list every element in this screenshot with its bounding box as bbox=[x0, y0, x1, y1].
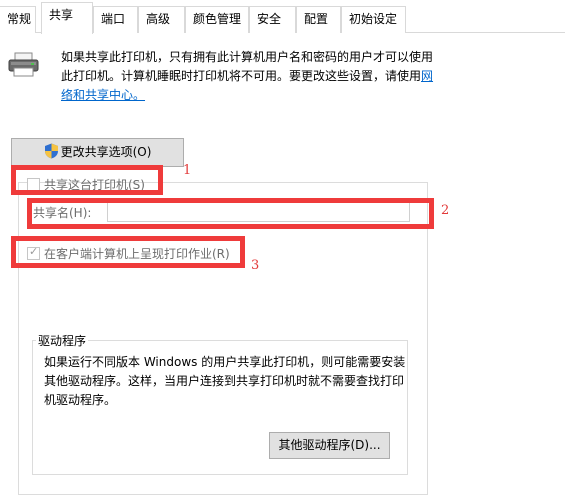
additional-drivers-button[interactable]: 其他驱动程序(D)... bbox=[269, 432, 390, 459]
annotation-number-2: 2 bbox=[441, 203, 450, 218]
tab-configuration[interactable]: 配置 bbox=[296, 6, 341, 33]
tab-color-management[interactable]: 颜色管理 bbox=[185, 6, 249, 33]
sharing-description: 如果共享此打印机，只有拥有此计算机用户名和密码的用户才可以使用此打印机。计算机睡… bbox=[61, 48, 441, 105]
additional-drivers-label: 其他驱动程序(D)... bbox=[278, 438, 381, 452]
change-sharing-options-button[interactable]: 更改共享选项(O) bbox=[11, 138, 184, 167]
highlight-box-2 bbox=[27, 198, 434, 229]
drivers-legend: 驱动程序 bbox=[36, 332, 89, 349]
drivers-description: 如果运行不同版本 Windows 的用户共享此打印机，则可能需要安装其他驱动程序… bbox=[44, 355, 406, 407]
tab-ports[interactable]: 端口 bbox=[93, 6, 138, 33]
annotation-number-1: 1 bbox=[183, 163, 192, 178]
highlight-box-1 bbox=[11, 165, 163, 195]
tab-initial-settings[interactable]: 初始设定 bbox=[341, 6, 406, 33]
highlight-box-3 bbox=[11, 236, 245, 268]
change-sharing-options-label: 更改共享选项(O) bbox=[60, 145, 152, 159]
annotation-number-3: 3 bbox=[251, 258, 260, 273]
uac-shield-icon bbox=[44, 143, 58, 159]
sharing-description-text: 如果共享此打印机，只有拥有此计算机用户名和密码的用户才可以使用此打印机。计算机睡… bbox=[61, 50, 434, 83]
tab-general[interactable]: 常规 bbox=[0, 6, 36, 33]
tab-sharing[interactable]: 共享 bbox=[41, 2, 93, 34]
tab-advanced[interactable]: 高级 bbox=[138, 6, 185, 33]
tab-bar: 常规 共享 端口 高级 颜色管理 安全 配置 初始设定 bbox=[0, 0, 565, 34]
printer-icon bbox=[8, 52, 39, 77]
tab-security[interactable]: 安全 bbox=[249, 6, 296, 33]
